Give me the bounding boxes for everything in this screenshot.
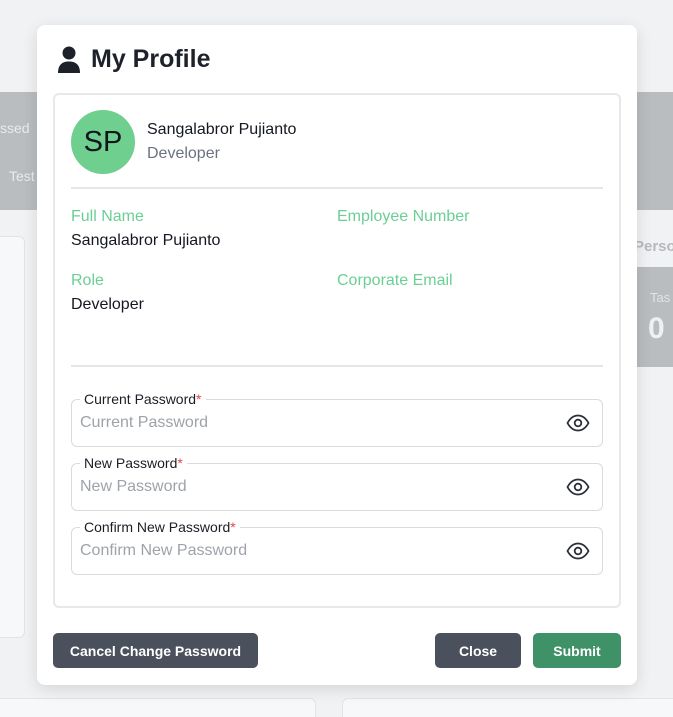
background-stat-value: 0 [648,312,665,345]
background-section-heading: Perso [634,238,673,255]
full-name-label: Full Name [71,208,144,225]
full-name-value: Sangalabror Pujianto [71,232,221,249]
modal-title: My Profile [91,45,211,73]
background-band-text: ssed [0,120,30,136]
profile-modal: My Profile SP Sangalabror Pujianto Devel… [37,25,637,685]
divider [71,365,603,367]
avatar: SP [71,110,135,174]
user-role: Developer [147,145,220,162]
eye-icon[interactable] [566,477,590,497]
employee-number-label: Employee Number [337,208,470,225]
user-icon [58,46,80,73]
modal-header: My Profile [57,45,210,74]
new-password-field: New Password* [71,455,603,511]
current-password-input[interactable] [80,412,550,434]
current-password-field: Current Password* [71,391,603,447]
background-card [0,236,25,638]
submit-button[interactable]: Submit [533,633,621,668]
background-stat-label: Tas [650,290,671,305]
role-label: Role [71,272,104,289]
role-value: Developer [71,296,144,313]
background-card [342,698,673,717]
background-card [0,698,316,717]
background-band-text: Test [9,168,35,184]
divider [71,187,603,189]
current-password-label: Current Password* [80,391,206,407]
eye-icon[interactable] [566,541,590,561]
close-button[interactable]: Close [435,633,521,668]
confirm-password-field: Confirm New Password* [71,519,603,575]
new-password-label: New Password* [80,455,187,471]
profile-panel: SP Sangalabror Pujianto Developer Full N… [53,93,621,608]
cancel-change-password-button[interactable]: Cancel Change Password [53,633,258,668]
corporate-email-label: Corporate Email [337,272,453,289]
new-password-input[interactable] [80,476,550,498]
user-name: Sangalabror Pujianto [147,121,297,138]
eye-icon[interactable] [566,413,590,433]
confirm-password-label: Confirm New Password* [80,519,240,535]
confirm-password-input[interactable] [80,540,550,562]
